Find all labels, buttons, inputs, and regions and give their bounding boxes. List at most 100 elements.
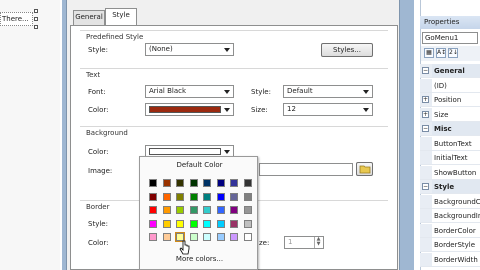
color-swatch[interactable] [162,233,171,241]
border-size-spinner[interactable]: 1 ▲ ▼ [284,236,324,249]
color-swatch[interactable] [176,192,184,201]
more-colors-option[interactable]: More colors... [140,255,259,263]
resize-handle[interactable] [34,17,38,21]
color-swatch[interactable] [216,206,225,214]
color-swatch[interactable] [149,233,157,241]
color-swatch[interactable] [230,179,238,187]
property-name: General [434,67,465,75]
expand-icon[interactable]: + [422,110,429,118]
color-swatch[interactable] [216,192,225,201]
color-swatch[interactable] [230,192,238,201]
color-swatch[interactable] [243,192,252,201]
font-select[interactable]: Arial Black [145,85,234,98]
property-row[interactable]: BorderColor [420,223,480,238]
color-swatch[interactable] [230,219,238,228]
spinner-arrows-icon[interactable]: ▲ ▼ [314,237,322,248]
property-name: Size [434,110,449,119]
design-canvas[interactable] [0,0,60,270]
color-swatch[interactable] [162,206,171,214]
color-swatch[interactable] [149,179,157,187]
categorized-icon[interactable]: ▦ [424,48,434,58]
collapse-icon[interactable]: − [422,125,429,132]
color-swatch[interactable] [176,219,184,228]
property-row[interactable]: BackgroundIr [420,209,480,223]
property-row[interactable]: BorderWidth [420,252,480,267]
color-swatch[interactable] [203,219,211,228]
color-swatch[interactable] [162,179,171,187]
color-swatch[interactable] [203,179,211,187]
tab-general[interactable]: General [73,10,105,25]
color-swatch[interactable] [216,233,225,241]
color-swatch[interactable] [189,179,198,187]
color-swatch[interactable] [243,206,252,214]
text-group-title: Text [86,71,101,79]
predefined-style-value: (None) [149,45,173,53]
color-swatch[interactable] [149,219,157,228]
property-category[interactable]: − Misc [420,122,480,136]
chevron-down-icon [363,108,369,112]
properties-toolbar: ▦ A↕ 2↓ [421,46,480,61]
default-color-option[interactable]: Default Color [140,161,259,169]
properties-object-select[interactable]: GoMenu1 [422,32,478,44]
color-swatch[interactable] [176,206,184,214]
collapse-icon[interactable]: − [422,183,429,190]
color-swatch[interactable] [203,233,211,241]
color-swatch[interactable] [230,233,238,241]
tab-style[interactable]: Style [105,8,137,26]
color-swatch[interactable] [203,206,211,214]
sort-az-icon[interactable]: A↕ [436,48,446,58]
background-image-label: Image: [88,167,113,175]
property-category[interactable]: − Style [420,180,480,194]
color-swatch[interactable] [230,206,238,214]
property-category[interactable]: − General [420,64,480,78]
border-group-title: Border [86,203,110,211]
background-image-field[interactable] [259,163,353,176]
color-swatch[interactable] [162,192,171,201]
color-swatch[interactable] [243,219,252,228]
color-swatch[interactable] [189,192,198,201]
property-name: Misc [434,125,452,133]
resize-handle[interactable] [34,9,38,13]
property-gutter [420,209,432,222]
color-swatch[interactable] [243,179,252,187]
font-label: Font: [88,88,106,96]
property-gutter [420,194,432,208]
color-swatch[interactable] [162,219,171,228]
expand-icon[interactable]: + [422,96,429,103]
chevron-down-icon [224,90,230,94]
property-row[interactable]: + Position [420,93,480,107]
color-swatch[interactable] [216,219,225,228]
property-row[interactable]: BorderStyle [420,238,480,252]
collapse-icon[interactable]: − [422,67,429,74]
property-row[interactable]: ButtonText [420,136,480,151]
property-row[interactable]: ShowButton [420,165,480,180]
size-select[interactable]: 12 [283,103,373,116]
mouse-cursor-icon [179,240,190,255]
color-swatch[interactable] [149,192,157,201]
color-swatch[interactable] [216,179,225,187]
property-row[interactable]: + Size [420,107,480,122]
resize-handle[interactable] [34,25,38,29]
color-swatch[interactable] [176,179,184,187]
predefined-style-select[interactable]: (None) [145,43,234,56]
color-swatch[interactable] [149,206,157,214]
browse-image-button[interactable] [356,162,373,176]
text-style-select[interactable]: Default [283,85,373,98]
predefined-style-title: Predefined Style [86,33,144,41]
color-swatch[interactable] [189,219,198,228]
property-row[interactable]: BackgroundC [420,194,480,209]
sort-order-icon[interactable]: 2↓ [448,48,458,58]
property-row[interactable]: InitialText [420,151,480,165]
color-swatch[interactable] [243,233,252,241]
canvas-menu-control[interactable]: There... [0,12,33,26]
property-name: InitialText [434,154,468,162]
folder-icon [359,165,370,174]
property-row[interactable]: (ID) [420,78,480,93]
text-color-picker[interactable] [145,103,234,116]
property-gutter [420,136,432,150]
color-picker-popup: Default Color More colors... [139,156,258,270]
styles-button[interactable]: Styles... [321,43,373,57]
property-name: ButtonText [434,139,472,148]
color-swatch[interactable] [203,192,211,201]
color-swatch[interactable] [189,206,198,214]
